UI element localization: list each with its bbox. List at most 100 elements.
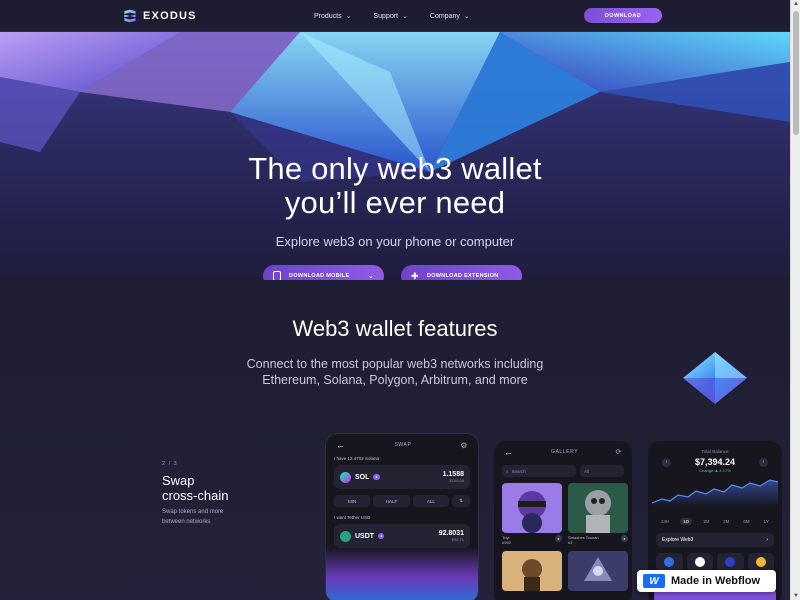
dapp-app-icon[interactable] — [717, 553, 744, 571]
chevron-down-icon: ⌄ — [345, 13, 352, 20]
want-label: I want Tether USD — [334, 515, 371, 520]
eye-icon[interactable]: ● — [621, 535, 628, 542]
from-symbol: SOL — [355, 473, 370, 481]
feature-description-line2: between networks — [162, 518, 211, 525]
gallery-search-input[interactable]: ⌕ Search — [502, 465, 576, 477]
nft-id: #992 — [502, 540, 511, 545]
nft-image — [568, 483, 628, 533]
nft-card[interactable]: Tuyi #992 ● — [502, 483, 562, 545]
network-pill: ● — [378, 533, 385, 539]
nft-id: #2 — [568, 540, 573, 545]
nft-image[interactable] — [568, 551, 628, 591]
nft-card[interactable]: Smashes Toucan #2 ● — [568, 483, 628, 545]
from-fiat: $100.00 — [449, 478, 464, 483]
range-3m[interactable]: 3M — [720, 518, 732, 525]
made-in-webflow-badge[interactable]: W Made in Webflow — [637, 570, 776, 592]
phone-icon — [273, 271, 281, 280]
amount-chips: MIN HALF ALL ⇅ — [334, 495, 470, 507]
features-subtitle: Connect to the most popular web3 network… — [0, 356, 790, 388]
settings-gear-icon: ⚙ — [460, 440, 468, 450]
range-1d[interactable]: 1D — [680, 518, 692, 525]
chevron-right-icon[interactable]: › — [758, 457, 768, 467]
hero-title-line2: you’ll ever need — [284, 185, 506, 220]
range-1y[interactable]: 1Y — [760, 518, 772, 525]
from-amount: 1.1588 — [442, 471, 464, 478]
hero-title: The only web3 wallet you’ll ever need — [0, 152, 790, 220]
feature-description: Swap tokens and more between networks — [162, 508, 223, 527]
chip-half[interactable]: HALF — [373, 495, 410, 507]
nav-support-label: Support — [373, 12, 399, 20]
chevron-down-icon: ⌄ — [402, 13, 408, 20]
download-extension-label: DOWNLOAD EXTENSION — [426, 273, 499, 279]
to-fiat: $92.71 — [451, 537, 464, 542]
range-6m[interactable]: 6M — [740, 518, 752, 525]
feature-title-line1: Swap — [162, 473, 195, 488]
balance-value: $7,394.24 — [694, 457, 736, 467]
download-mobile-label: DOWNLOAD MOBILE — [289, 273, 350, 279]
chip-min[interactable]: MIN — [334, 495, 371, 507]
feature-description-line1: Swap tokens and more — [162, 509, 224, 515]
nav-company-label: Company — [429, 12, 460, 20]
dapp-swap-icon[interactable] — [747, 553, 774, 571]
top-navbar: EXODUS Products ⌄ Support ⌄ Company ⌄ DO… — [0, 0, 790, 32]
gallery-phone-mockup: ← GALLERY ⟳ ⌕ Search All Tuyi #992 ● Sma… — [494, 441, 632, 600]
time-range-tabs: 24H 1D 1M 3M 6M 1Y — [648, 518, 782, 525]
dapp-uniswap-icon[interactable] — [656, 553, 683, 571]
nft-image — [502, 483, 562, 533]
features-subtitle-line2: Ethereum, Solana, Polygon, Arbitrum, and… — [262, 373, 528, 387]
to-amount: 92.8031 — [438, 530, 464, 537]
chevron-right-icon: › — [766, 537, 768, 543]
search-icon: ⌕ — [506, 468, 509, 474]
chevron-down-icon: ⌄ — [367, 273, 374, 280]
hero-subtitle: Explore web3 on your phone or computer — [275, 234, 515, 249]
explore-web3-button[interactable]: Explore Web3 › — [656, 533, 774, 547]
nav-products[interactable]: Products ⌄ — [314, 12, 352, 21]
scrollbar-thumb[interactable] — [793, 11, 799, 135]
logo[interactable]: EXODUS — [123, 9, 197, 23]
solana-coin-icon — [340, 471, 351, 483]
balance-label: Total Balance — [701, 449, 729, 454]
nft-grid: Tuyi #992 ● Smashes Toucan #2 ● — [502, 483, 628, 591]
download-extension-button[interactable]: ✚ DOWNLOAD EXTENSION — [401, 265, 522, 280]
nft-image[interactable] — [502, 551, 562, 591]
gallery-filter-select[interactable]: All — [580, 465, 624, 477]
feature-title-line2: cross-chain — [162, 488, 229, 503]
scroll-down-arrow-icon[interactable]: ▼ — [793, 593, 799, 599]
vertical-scrollbar[interactable]: ▲ ▼ — [790, 0, 800, 600]
eye-icon[interactable]: ● — [555, 535, 562, 542]
hero-section: The only web3 wallet you’ll ever need Ex… — [0, 32, 790, 280]
back-arrow-icon: ← — [336, 440, 346, 450]
to-asset-row: USDT ● 92.8031 $92.71 — [334, 524, 470, 548]
search-placeholder: Search — [511, 468, 526, 474]
explore-web3-label: Explore Web3 — [662, 537, 694, 543]
nav-links: Products ⌄ Support ⌄ Company ⌄ — [314, 12, 492, 21]
features-section: Web3 wallet features Connect to the most… — [0, 280, 790, 600]
download-mobile-button[interactable]: DOWNLOAD MOBILE ⌄ — [263, 265, 384, 280]
from-asset-row: SOL ● 1.1588 $100.00 — [334, 465, 470, 489]
swap-direction-icon[interactable]: ⇅ — [451, 495, 470, 507]
nav-company[interactable]: Company ⌄ — [429, 12, 470, 21]
hero-title-line1: The only web3 wallet — [248, 151, 542, 186]
download-button[interactable]: DOWNLOAD — [584, 8, 662, 23]
nav-support[interactable]: Support ⌄ — [373, 12, 408, 21]
scroll-up-arrow-icon[interactable]: ▲ — [793, 1, 799, 7]
swap-header: SWAP — [394, 442, 412, 448]
chip-all[interactable]: ALL — [412, 495, 449, 507]
swap-phone-mockup: ← SWAP ⚙ I have 12.4702 Solana SOL ● 1.1… — [325, 433, 479, 600]
webflow-logo-icon: W — [643, 574, 665, 588]
balance-change: Change ▲ 4.17% — [699, 468, 731, 473]
portfolio-line-chart — [651, 479, 779, 507]
to-symbol: USDT — [355, 532, 375, 540]
tether-coin-icon — [340, 530, 351, 542]
nav-products-label: Products — [314, 12, 342, 20]
webflow-badge-text: Made in Webflow — [671, 575, 761, 587]
features-title: Web3 wallet features — [292, 316, 498, 341]
range-24h[interactable]: 24H — [658, 518, 672, 525]
dapp-opensea-icon[interactable] — [686, 553, 713, 571]
puzzle-icon: ✚ — [411, 270, 419, 281]
network-pill: ● — [373, 474, 380, 480]
exodus-logo-icon — [124, 9, 136, 23]
refresh-icon: ⟳ — [615, 449, 622, 456]
range-1m[interactable]: 1M — [700, 518, 712, 525]
chevron-left-icon[interactable]: ‹ — [662, 457, 671, 467]
